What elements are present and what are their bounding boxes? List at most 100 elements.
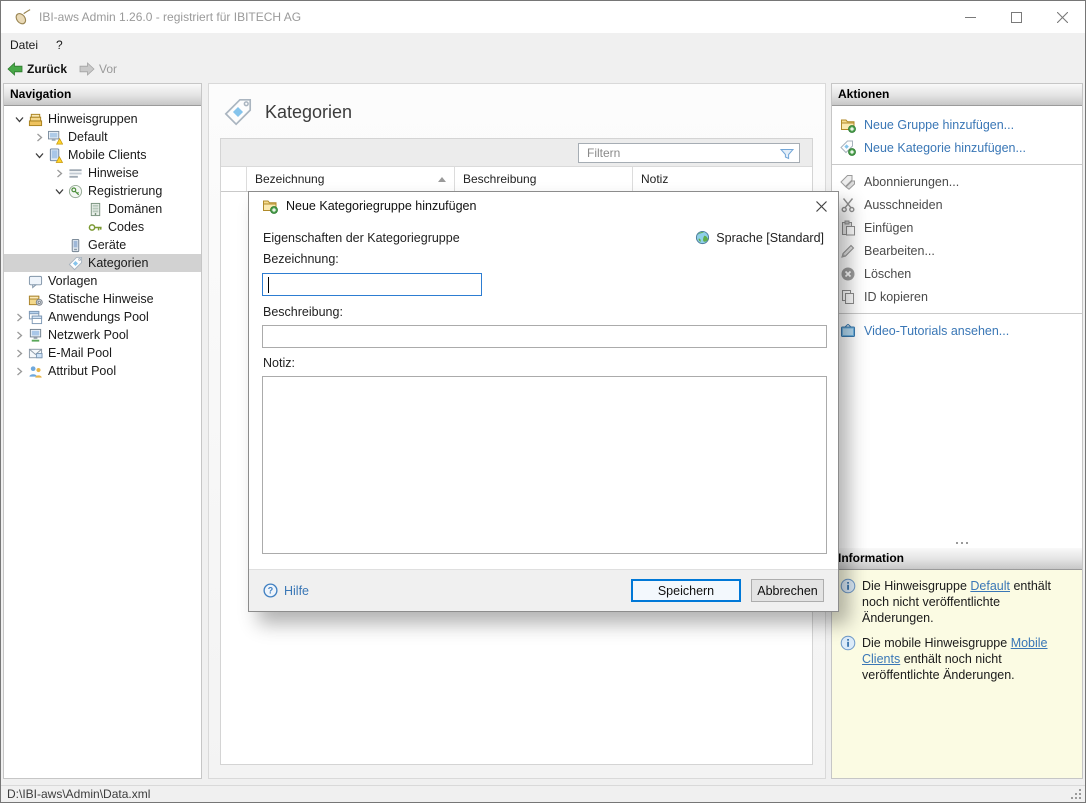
tree-item-vorlagen[interactable]: Vorlagen xyxy=(4,272,201,290)
chevron-down-icon[interactable] xyxy=(30,151,48,160)
tree-item-default[interactable]: Default xyxy=(4,128,201,146)
tree-item-codes[interactable]: Codes xyxy=(4,218,201,236)
tree-item-email-pool[interactable]: E-Mail Pool xyxy=(4,344,201,362)
info-icon xyxy=(840,635,856,651)
title-bar: IBI-aws Admin 1.26.0 - registriert für I… xyxy=(1,1,1085,33)
menu-datei[interactable]: Datei xyxy=(1,33,47,57)
tree-item-label: Attribut Pool xyxy=(48,364,116,378)
back-button[interactable]: Zurück xyxy=(1,57,73,81)
maximize-button[interactable] xyxy=(993,1,1039,33)
filter-band xyxy=(221,139,812,167)
tree-item-label: Default xyxy=(68,130,108,144)
chevron-right-icon[interactable] xyxy=(10,331,28,340)
tag-add-icon xyxy=(840,140,857,156)
window-title: IBI-aws Admin 1.26.0 - registriert für I… xyxy=(39,10,301,24)
table-header-row: Bezeichnung Beschreibung Notiz xyxy=(221,167,812,192)
action-video-tutorials[interactable]: Video-Tutorials ansehen... xyxy=(832,319,1082,342)
chevron-right-icon[interactable] xyxy=(30,133,48,142)
tree-item-statische-hinweise[interactable]: Statische Hinweise xyxy=(4,290,201,308)
help-link[interactable]: ? Hilfe xyxy=(263,583,309,598)
notes-icon xyxy=(68,166,88,181)
minimize-button[interactable] xyxy=(947,1,993,33)
filter-input[interactable] xyxy=(579,144,799,162)
chevron-right-icon[interactable] xyxy=(10,349,28,358)
action-ausschneiden[interactable]: Ausschneiden xyxy=(832,193,1082,216)
chevron-right-icon[interactable] xyxy=(10,367,28,376)
tree-item-label: Registrierung xyxy=(88,184,162,198)
notiz-textarea[interactable] xyxy=(263,377,826,553)
tree-item-label: Statische Hinweise xyxy=(48,292,154,306)
data-file-path: D:\IBI-aws\Admin\Data.xml xyxy=(7,787,150,801)
beschreibung-input[interactable] xyxy=(263,326,826,347)
tree-item-registrierung[interactable]: Registrierung xyxy=(4,182,201,200)
actions-header: Aktionen xyxy=(832,84,1082,106)
close-button[interactable] xyxy=(1039,1,1085,33)
cancel-button[interactable]: Abbrechen xyxy=(751,579,824,602)
action-loeschen[interactable]: Löschen xyxy=(832,262,1082,285)
tree-item-netzwerk-pool[interactable]: Netzwerk Pool xyxy=(4,326,201,344)
help-label: Hilfe xyxy=(284,584,309,598)
column-header-beschreibung[interactable]: Beschreibung xyxy=(455,167,633,191)
action-neue-gruppe[interactable]: Neue Gruppe hinzufügen... xyxy=(832,113,1082,136)
info-item: Die mobile Hinweisgruppe Mobile Clients … xyxy=(840,635,1074,683)
panel-splitter[interactable] xyxy=(832,537,1082,548)
beschreibung-label: Beschreibung: xyxy=(263,305,343,319)
tree-item-hinweise[interactable]: Hinweise xyxy=(4,164,201,182)
column-header-notiz[interactable]: Notiz xyxy=(633,167,812,191)
chevron-down-icon[interactable] xyxy=(50,187,68,196)
forward-button[interactable]: Vor xyxy=(73,57,123,81)
tree-item-label: E-Mail Pool xyxy=(48,346,112,360)
action-neue-kategorie[interactable]: Neue Kategorie hinzufügen... xyxy=(832,136,1082,159)
paste-icon xyxy=(840,220,857,236)
tree-item-mobile-clients[interactable]: Mobile Clients xyxy=(4,146,201,164)
chevron-right-icon[interactable] xyxy=(10,313,28,322)
tree-item-label: Anwendungs Pool xyxy=(48,310,149,324)
action-abonnierungen[interactable]: Abonnierungen... xyxy=(832,170,1082,193)
network-monitor-icon xyxy=(28,328,48,343)
back-arrow-icon xyxy=(7,61,23,77)
info-icon xyxy=(840,578,856,594)
device-phone-icon xyxy=(68,238,88,253)
status-bar: D:\IBI-aws\Admin\Data.xml xyxy=(1,785,1085,802)
column-header-bezeichnung[interactable]: Bezeichnung xyxy=(247,167,455,191)
mobile-warning-icon xyxy=(48,148,68,163)
tags-icon xyxy=(840,174,857,190)
actions-separator xyxy=(832,313,1082,314)
action-label: Löschen xyxy=(864,267,911,281)
info-item: Die Hinweisgruppe Default enthält noch n… xyxy=(840,578,1074,626)
row-selector-column-header[interactable] xyxy=(221,167,247,191)
save-button[interactable]: Speichern xyxy=(631,579,741,602)
language-selector[interactable]: Sprache [Standard] xyxy=(695,230,824,245)
action-einfuegen[interactable]: Einfügen xyxy=(832,216,1082,239)
tree-item-hinweisgruppen[interactable]: Hinweisgruppen xyxy=(4,110,201,128)
bezeichnung-field xyxy=(262,273,482,296)
people-icon xyxy=(28,364,48,379)
menu-help[interactable]: ? xyxy=(47,33,72,57)
bezeichnung-input[interactable] xyxy=(263,274,481,295)
box-gear-icon xyxy=(28,292,48,307)
chevron-down-icon[interactable] xyxy=(10,115,28,124)
resize-grip-icon[interactable] xyxy=(1079,789,1081,791)
tree-item-label: Domänen xyxy=(108,202,162,216)
tree-item-label: Hinweisgruppen xyxy=(48,112,138,126)
tree-item-label: Netzwerk Pool xyxy=(48,328,129,342)
menu-bar: Datei ? xyxy=(1,33,1085,57)
dialog-close-button[interactable] xyxy=(804,192,838,220)
close-icon xyxy=(816,201,827,212)
information-header: Information xyxy=(832,548,1082,570)
info-link-default[interactable]: Default xyxy=(970,579,1010,593)
tree-item-label: Vorlagen xyxy=(48,274,97,288)
action-bearbeiten[interactable]: Bearbeiten... xyxy=(832,239,1082,262)
tree-item-anwendungs-pool[interactable]: Anwendungs Pool xyxy=(4,308,201,326)
action-label: Abonnierungen... xyxy=(864,175,959,189)
tree-item-geraete[interactable]: Geräte xyxy=(4,236,201,254)
filter-funnel-icon[interactable] xyxy=(779,146,795,162)
tree-item-kategorien[interactable]: Kategorien xyxy=(4,254,201,272)
notiz-field xyxy=(262,376,827,554)
tree-item-domaenen[interactable]: Domänen xyxy=(4,200,201,218)
text-caret xyxy=(268,277,269,293)
tree-item-attribut-pool[interactable]: Attribut Pool xyxy=(4,362,201,380)
chevron-right-icon[interactable] xyxy=(50,169,68,178)
info-text: Die Hinweisgruppe xyxy=(862,579,970,593)
action-id-kopieren[interactable]: ID kopieren xyxy=(832,285,1082,308)
